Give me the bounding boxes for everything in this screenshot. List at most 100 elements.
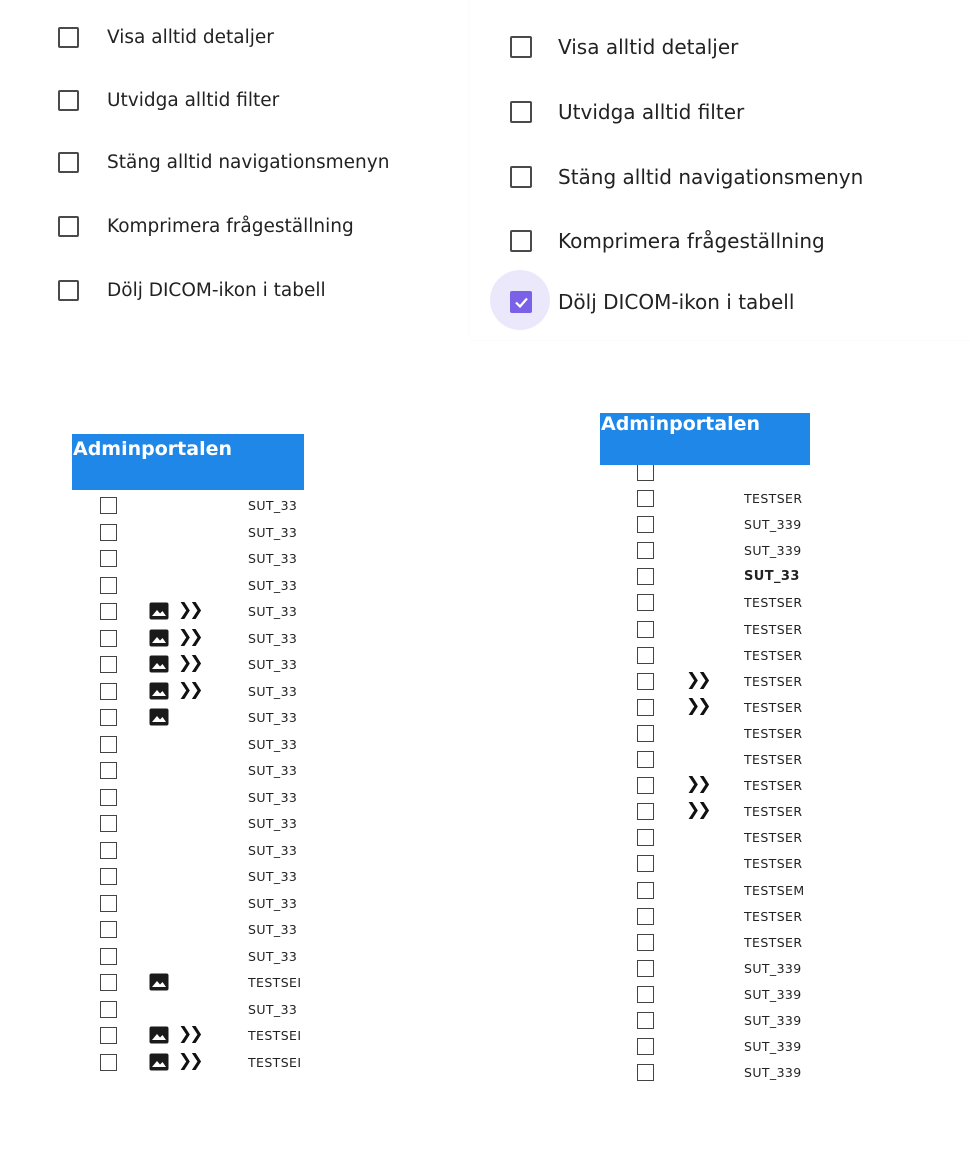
table-row[interactable]: SUT_33 [72, 811, 304, 839]
row-checkbox[interactable] [637, 751, 654, 768]
table-row[interactable]: TESTSER [600, 747, 810, 775]
table-row[interactable]: ❯❯ TESTSER [600, 669, 810, 697]
table-row[interactable]: TESTSER [600, 617, 810, 645]
double-chevron-right-icon[interactable]: ❯❯ [686, 800, 711, 820]
row-checkbox[interactable] [637, 829, 654, 847]
option-utvidga-alltid-filter[interactable]: Utvidga alltid filter [510, 100, 744, 124]
row-checkbox[interactable] [637, 516, 654, 534]
double-chevron-right-icon[interactable]: ❯❯ [178, 653, 203, 673]
table-row[interactable]: ❯❯ SUT_33 [72, 599, 304, 627]
table-row[interactable]: TESTSER [600, 721, 810, 749]
table-row[interactable]: TESTSER [600, 930, 810, 958]
checkbox-checked[interactable] [510, 291, 532, 313]
row-checkbox[interactable] [100, 894, 117, 912]
table-row[interactable]: ❯❯ SUT_33 [72, 679, 304, 707]
row-checkbox[interactable] [637, 881, 654, 899]
row-checkbox[interactable] [637, 985, 654, 1003]
option-stang-alltid-navigationsmenyn[interactable]: Stäng alltid navigationsmenyn [58, 152, 389, 173]
table-row[interactable]: SUT_339 [600, 538, 810, 566]
double-chevron-right-icon[interactable]: ❯❯ [178, 627, 203, 647]
row-checkbox[interactable] [100, 841, 117, 859]
row-checkbox[interactable] [100, 868, 117, 885]
row-checkbox[interactable] [100, 974, 117, 991]
row-checkbox[interactable] [637, 959, 654, 977]
table-row[interactable]: TESTSER [600, 825, 810, 853]
row-checkbox[interactable] [637, 907, 654, 925]
table-row[interactable]: SUT_33 [72, 785, 304, 813]
table-row[interactable]: ❯❯ TESTSEI [72, 1050, 304, 1078]
checkbox[interactable] [58, 90, 79, 111]
row-checkbox[interactable] [100, 735, 117, 753]
table-row[interactable]: TESTSEI [72, 970, 304, 998]
table-row[interactable]: SUT_33 [72, 864, 304, 892]
double-chevron-right-icon[interactable]: ❯❯ [178, 600, 203, 620]
row-checkbox[interactable] [100, 921, 117, 938]
table-row[interactable]: SUT_33 [72, 546, 304, 574]
row-checkbox[interactable] [637, 803, 654, 821]
option-komprimera-fragestallning[interactable]: Komprimera frågeställning [58, 216, 354, 237]
row-checkbox[interactable] [100, 762, 117, 779]
checkbox[interactable] [510, 230, 532, 252]
row-checkbox[interactable] [100, 682, 117, 700]
option-komprimera-fragestallning[interactable]: Komprimera frågeställning [510, 229, 825, 253]
row-checkbox[interactable] [100, 576, 117, 594]
row-checkbox[interactable] [100, 788, 117, 806]
row-checkbox[interactable] [637, 646, 654, 664]
row-checkbox[interactable] [100, 709, 117, 726]
table-row[interactable]: ❯❯ TESTSER [600, 695, 810, 723]
row-checkbox[interactable] [637, 542, 654, 560]
table-row[interactable]: SUT_339 [600, 1034, 810, 1062]
row-checkbox[interactable] [637, 568, 654, 586]
table-row[interactable]: SUT_339 [600, 1008, 810, 1036]
row-checkbox[interactable] [100, 523, 117, 541]
table-row[interactable]: SUT_33 [72, 573, 304, 601]
row-checkbox[interactable] [637, 1064, 654, 1082]
table-row[interactable]: SUT_33 [72, 944, 304, 972]
table-row[interactable]: ❯❯ TESTSER [600, 799, 810, 827]
double-chevron-right-icon[interactable]: ❯❯ [686, 696, 711, 716]
row-checkbox[interactable] [100, 603, 117, 620]
double-chevron-right-icon[interactable]: ❯❯ [178, 1024, 203, 1044]
checkbox[interactable] [510, 166, 532, 188]
row-checkbox[interactable] [637, 594, 654, 612]
checkbox[interactable] [58, 27, 79, 48]
row-checkbox[interactable] [637, 490, 654, 507]
table-row[interactable]: SUT_33 [72, 732, 304, 760]
table-row[interactable]: ❯❯ TESTSEI [72, 1023, 304, 1051]
row-checkbox[interactable] [100, 1053, 117, 1071]
table-row[interactable]: SUT_339 [600, 982, 810, 1010]
double-chevron-right-icon[interactable]: ❯❯ [686, 670, 711, 690]
checkbox[interactable] [58, 280, 79, 301]
table-row[interactable]: SUT_339 [600, 512, 810, 540]
row-checkbox[interactable] [637, 463, 654, 481]
table-row[interactable]: ❯❯ SUT_33 [72, 626, 304, 654]
option-utvidga-alltid-filter[interactable]: Utvidga alltid filter [58, 90, 279, 111]
row-checkbox[interactable] [637, 777, 654, 795]
row-checkbox[interactable] [637, 1038, 654, 1056]
table-row[interactable]: SUT_33 [72, 520, 304, 548]
table-row[interactable]: ❯❯ SUT_33 [72, 652, 304, 680]
row-checkbox[interactable] [637, 855, 654, 873]
double-chevron-right-icon[interactable]: ❯❯ [686, 774, 711, 794]
checkbox[interactable] [58, 152, 79, 173]
row-checkbox[interactable] [637, 620, 654, 638]
option-dolj-dicom-ikon[interactable]: Dölj DICOM-ikon i tabell [510, 290, 794, 314]
row-checkbox[interactable] [100, 497, 117, 514]
table-row[interactable]: TESTSER [600, 590, 810, 618]
row-checkbox[interactable] [100, 550, 117, 567]
table-row[interactable]: SUT_33 [72, 838, 304, 866]
table-row[interactable]: SUT_339 [600, 956, 810, 984]
checkbox[interactable] [58, 216, 79, 237]
table-row[interactable]: SUT_33 [72, 705, 304, 733]
table-row[interactable]: TESTSER [600, 486, 810, 514]
row-checkbox[interactable] [100, 815, 117, 832]
double-chevron-right-icon[interactable]: ❯❯ [178, 680, 203, 700]
row-checkbox[interactable] [100, 656, 117, 673]
row-checkbox[interactable] [637, 672, 654, 690]
row-checkbox[interactable] [100, 629, 117, 647]
row-checkbox[interactable] [637, 1012, 654, 1029]
double-chevron-right-icon[interactable]: ❯❯ [178, 1051, 203, 1071]
row-checkbox[interactable] [100, 1000, 117, 1018]
table-row[interactable]: SUT_33 [72, 997, 304, 1025]
option-dolj-dicom-ikon[interactable]: Dölj DICOM-ikon i tabell [58, 280, 326, 301]
